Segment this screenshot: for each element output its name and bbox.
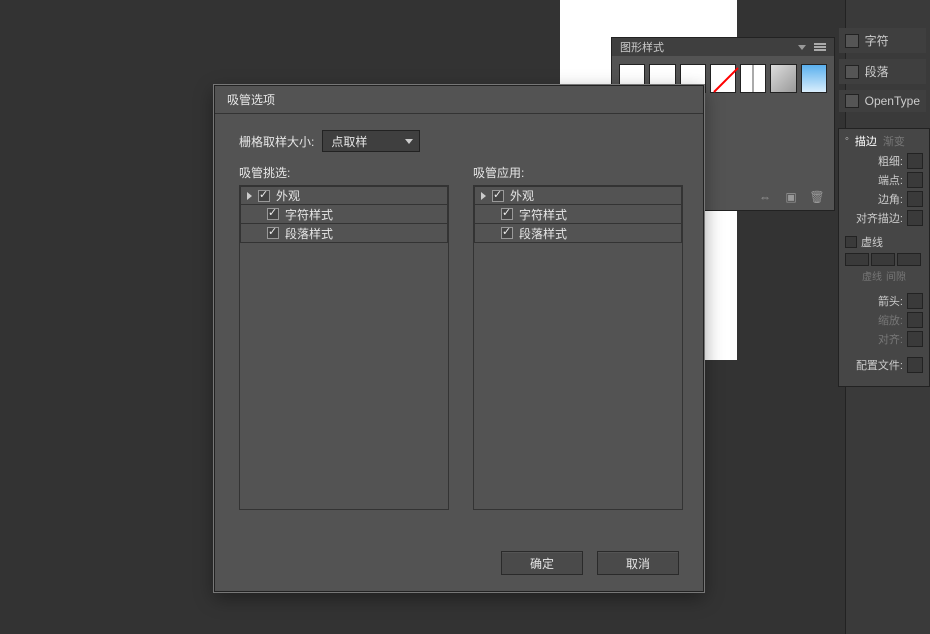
dashed-label: 虚线 (861, 234, 883, 250)
raster-sample-label: 栅格取样大小: (239, 133, 314, 150)
character-icon (845, 34, 859, 48)
panel-collapse-icon[interactable] (798, 45, 806, 50)
checkbox[interactable] (267, 208, 279, 220)
dash-input[interactable] (897, 253, 921, 266)
arrow-select[interactable] (907, 293, 923, 309)
style-swatch-none[interactable] (710, 64, 736, 93)
style-swatch[interactable] (801, 64, 827, 93)
tab-gradient[interactable]: 渐变 (883, 133, 905, 149)
stroke-align-label: 对齐描边: (845, 210, 903, 226)
stroke-corner-label: 边角: (845, 191, 903, 207)
trash-icon[interactable]: 🗑 (810, 190, 824, 204)
stroke-corner-select[interactable] (907, 191, 923, 207)
tree-row[interactable]: 段落样式 (240, 224, 448, 243)
right-dock: 字符 段落 OpenType ◦ 描边 渐变 粗细: 端点: 边角: 对齐描边:… (845, 0, 930, 634)
style-swatch[interactable] (740, 64, 766, 93)
collapsed-panel-character[interactable]: 字符 (839, 28, 926, 53)
cancel-button[interactable]: 取消 (597, 551, 679, 575)
checkbox[interactable] (501, 208, 513, 220)
dash-input[interactable] (845, 253, 869, 266)
stroke-panel: ◦ 描边 渐变 粗细: 端点: 边角: 对齐描边: 虚线 虚线间隙 箭头: 缩放… (838, 128, 930, 387)
tree-row[interactable]: 外观 (240, 186, 448, 205)
tree-row[interactable]: 段落样式 (474, 224, 682, 243)
graphic-styles-title: 图形样式 (620, 39, 664, 55)
raster-sample-dropdown[interactable]: 点取样 (322, 130, 420, 152)
eyedropper-options-dialog: 吸管选项 栅格取样大小: 点取样 吸管挑选: 外观 (214, 85, 704, 592)
paragraph-icon (845, 65, 859, 79)
tree-label: 段落样式 (285, 225, 333, 242)
dash-sublabel: 虚线 (862, 268, 882, 283)
dashed-checkbox[interactable] (845, 236, 857, 248)
expand-arrow-icon[interactable] (247, 192, 252, 200)
tree-row[interactable]: 外观 (474, 186, 682, 205)
checkbox[interactable] (492, 190, 504, 202)
arrow-label: 箭头: (845, 293, 903, 309)
tree-label: 外观 (276, 187, 300, 204)
profile-select[interactable] (907, 357, 923, 373)
stroke-weight-input[interactable] (907, 153, 923, 169)
graphic-styles-titlebar[interactable]: 图形样式 (612, 38, 834, 56)
alignarrow-select[interactable] (907, 331, 923, 347)
ok-button[interactable]: 确定 (501, 551, 583, 575)
tab-stroke[interactable]: 描边 (855, 133, 877, 149)
expand-arrow-icon[interactable] (481, 192, 486, 200)
new-style-icon[interactable]: ▣ (784, 190, 798, 204)
apply-title: 吸管应用: (473, 164, 683, 181)
dash-input[interactable] (871, 253, 895, 266)
link-icon[interactable]: ⇔ (758, 190, 772, 204)
tree-row[interactable]: 字符样式 (240, 205, 448, 224)
stroke-align-select[interactable] (907, 210, 923, 226)
checkbox[interactable] (501, 227, 513, 239)
tree-label: 字符样式 (519, 206, 567, 223)
picks-tree: 外观 字符样式 段落样式 (239, 185, 449, 510)
tree-label: 段落样式 (519, 225, 567, 242)
panel-label: OpenType (865, 94, 920, 108)
collapsed-panel-opentype[interactable]: OpenType (839, 90, 926, 112)
tree-row[interactable]: 字符样式 (474, 205, 682, 224)
graphic-styles-footer: ⇔ ▣ 🗑 (758, 190, 824, 204)
dash-sublabel: 间隙 (886, 268, 906, 283)
picks-title: 吸管挑选: (239, 164, 449, 181)
panel-menu-icon[interactable] (814, 46, 826, 48)
checkbox[interactable] (258, 190, 270, 202)
tree-label: 外观 (510, 187, 534, 204)
stroke-weight-label: 粗细: (845, 153, 903, 169)
scale-input[interactable] (907, 312, 923, 328)
profile-label: 配置文件: (845, 357, 903, 373)
stroke-cap-select[interactable] (907, 172, 923, 188)
scale-label: 缩放: (845, 312, 903, 328)
chevron-down-icon (405, 139, 413, 144)
apply-tree: 外观 字符样式 段落样式 (473, 185, 683, 510)
raster-sample-value: 点取样 (331, 133, 367, 150)
checkbox[interactable] (267, 227, 279, 239)
stroke-cap-label: 端点: (845, 172, 903, 188)
style-swatch[interactable] (770, 64, 796, 93)
opentype-icon (845, 94, 859, 108)
alignarrow-label: 对齐: (845, 331, 903, 347)
panel-label: 字符 (865, 32, 889, 49)
collapsed-panel-paragraph[interactable]: 段落 (839, 59, 926, 84)
panel-label: 段落 (865, 63, 889, 80)
dialog-title: 吸管选项 (215, 86, 703, 114)
tree-label: 字符样式 (285, 206, 333, 223)
